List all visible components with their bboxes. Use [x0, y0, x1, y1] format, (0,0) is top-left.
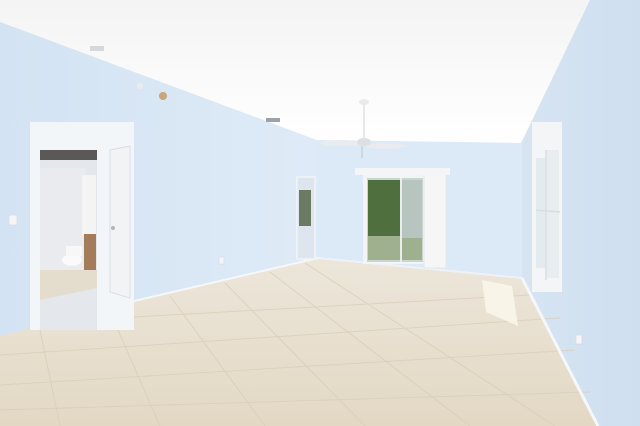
bathroom-door	[109, 145, 131, 299]
ceiling-fan-canopy	[359, 99, 369, 105]
photo-empty-room	[0, 0, 640, 426]
wall-outlet-left	[218, 256, 225, 265]
window-pane-2	[547, 150, 559, 278]
bathroom-header	[40, 150, 97, 160]
toilet-tank	[66, 246, 82, 256]
bathroom-cabinet	[84, 234, 96, 274]
ceiling-fan-hub	[357, 138, 371, 146]
smoke-detector	[159, 92, 167, 100]
outdoor-screen	[402, 180, 422, 238]
ceiling-fan-blade-right	[366, 143, 406, 149]
wall-outlet-right	[575, 334, 583, 345]
light-switch	[8, 214, 18, 226]
window-pane-1	[536, 158, 545, 268]
hall-window-glimpse	[299, 190, 311, 226]
vertical-blinds	[423, 172, 447, 269]
blind-valance	[355, 168, 450, 175]
ceiling-vent-2	[90, 46, 104, 51]
outdoor-foliage	[368, 180, 401, 238]
door-knob	[111, 226, 115, 230]
shower-curtain	[82, 175, 96, 235]
outdoor-patio	[368, 236, 422, 260]
ceiling-speaker	[137, 83, 143, 89]
ceiling-vent	[266, 118, 280, 122]
